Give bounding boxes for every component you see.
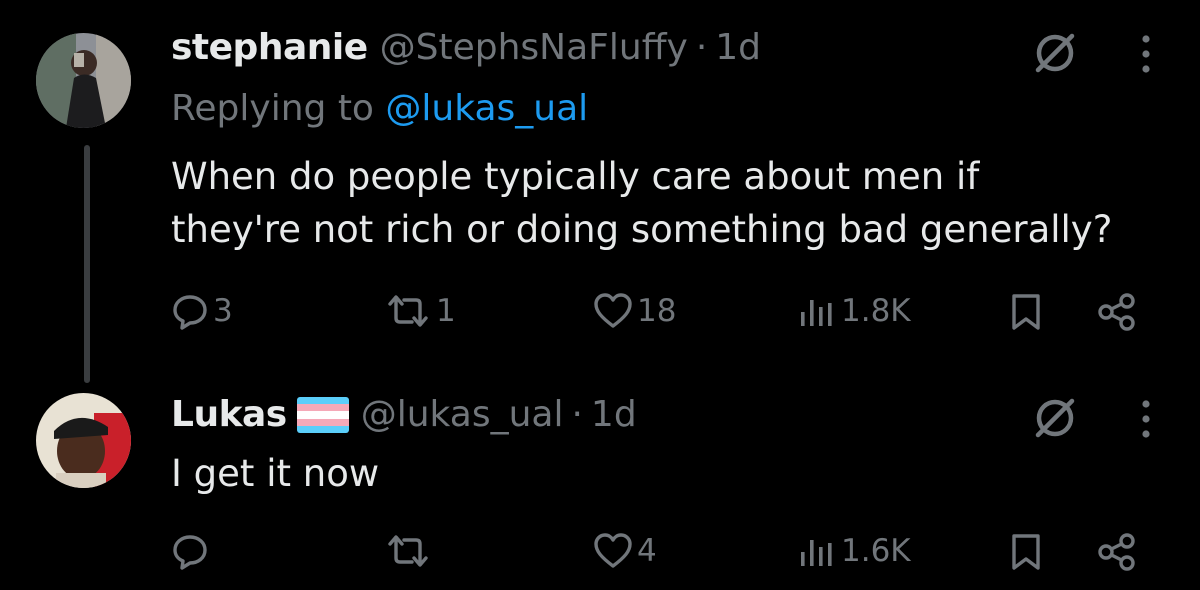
share-button[interactable] [1096,532,1138,572]
like-button[interactable]: 18 [593,292,676,330]
analytics-icon [801,540,832,566]
avatar-photo-stephanie [36,33,131,128]
more-options-icon[interactable] [1136,32,1156,76]
user-handle[interactable]: @lukas_ual [361,393,564,437]
tweet-text-line: When do people typically care about men … [171,155,980,198]
share-icon [1098,533,1135,571]
display-name[interactable]: Lukas [171,393,287,437]
bookmark-button[interactable] [1008,532,1044,572]
repost-button[interactable]: 1 [384,292,456,330]
tweet-lukas[interactable]: Lukas @lukas_ual · 1d I get it now 4 1.6… [0,385,1200,590]
replying-to-line: Replying to @lukas_ual [171,87,588,131]
reply-icon [173,535,207,570]
repost-button[interactable] [384,532,432,570]
grok-icon[interactable] [1030,393,1080,443]
like-count: 18 [637,293,677,329]
heart-icon [594,293,632,328]
repost-icon [388,295,428,327]
bookmark-button[interactable] [1008,292,1044,332]
reply-button[interactable] [171,532,209,570]
reply-icon [173,295,207,330]
grok-icon[interactable] [1030,28,1080,78]
bookmark-icon [1012,534,1040,570]
tweet-text-line: I get it now [171,452,380,495]
share-icon [1098,293,1135,331]
more-options-icon[interactable] [1136,397,1156,441]
tweet-header: Lukas @lukas_ual · 1d [171,393,637,437]
view-count: 1.6K [841,533,911,569]
separator-dot: · [571,394,583,435]
user-handle[interactable]: @StephsNaFluffy [380,26,688,70]
repost-icon [388,535,428,567]
avatar[interactable] [36,33,131,128]
avatar-photo-lukas [36,393,131,488]
thread-connector-line [84,145,90,383]
timestamp[interactable]: 1d [715,26,761,70]
reply-count: 3 [213,293,233,329]
views-button[interactable]: 1.6K [797,532,911,570]
bookmark-icon [1012,294,1040,330]
tweet-text: When do people typically care about men … [171,150,1181,256]
views-button[interactable]: 1.8K [797,292,911,330]
separator-dot: · [695,27,708,68]
display-name[interactable]: stephanie [171,26,368,70]
heart-icon [594,533,632,568]
tweet-stephanie[interactable]: stephanie @StephsNaFluffy · 1d Replying … [0,0,1200,385]
reply-button[interactable]: 3 [171,292,233,330]
repost-count: 1 [436,293,456,329]
share-button[interactable] [1096,292,1138,332]
replying-to-mention[interactable]: @lukas_ual [385,88,588,129]
timestamp[interactable]: 1d [591,393,637,437]
transgender-flag-icon [296,397,349,433]
replying-to-label: Replying to [171,88,374,129]
like-button[interactable]: 4 [593,532,657,570]
analytics-icon [801,300,832,326]
tweet-text-line: they're not rich or doing something bad … [171,208,1113,251]
tweet-header: stephanie @StephsNaFluffy · 1d [171,26,761,70]
like-count: 4 [637,533,657,569]
avatar[interactable] [36,393,131,488]
view-count: 1.8K [841,293,911,329]
tweet-text: I get it now [171,447,1181,500]
